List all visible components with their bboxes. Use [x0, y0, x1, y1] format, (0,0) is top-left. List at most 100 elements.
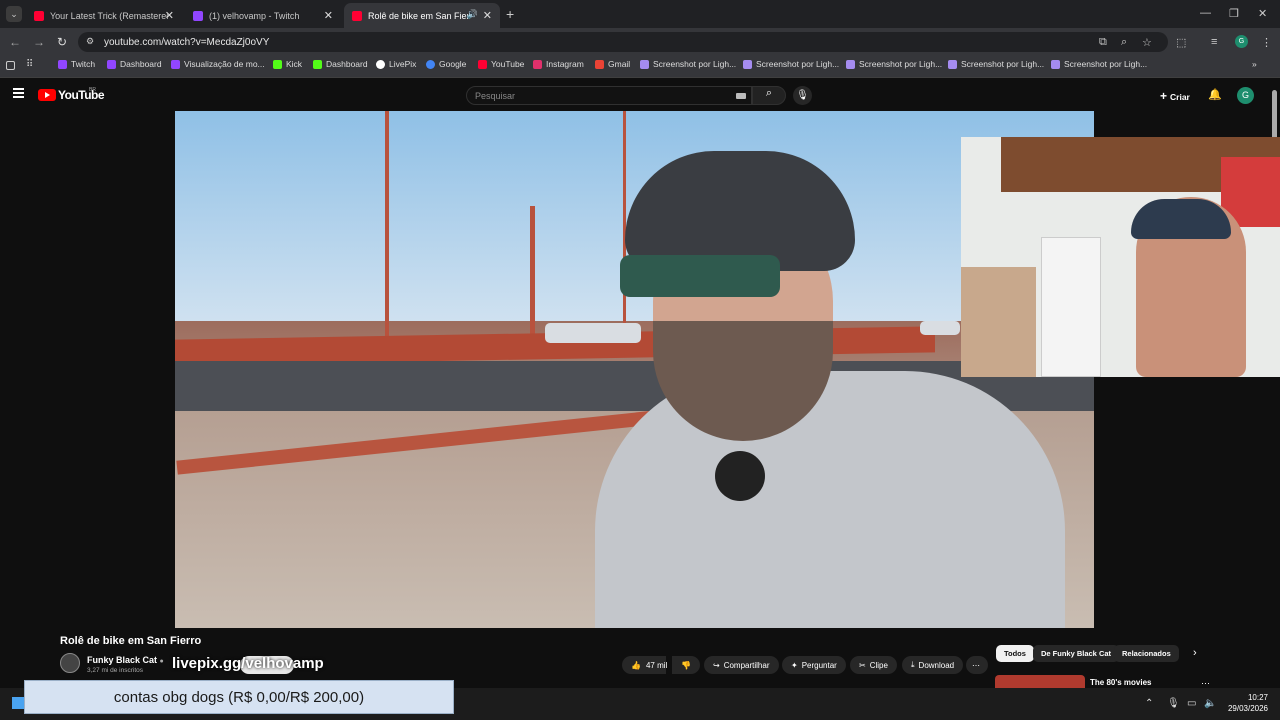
tray-network-icon[interactable]: ▭ — [1187, 698, 1196, 709]
dislike-button[interactable]: 👎 — [672, 656, 700, 674]
scissors-icon: ✂ — [859, 660, 866, 670]
lightshot-icon — [846, 59, 855, 69]
channel-name[interactable]: Funky Black Cat ● — [87, 655, 164, 665]
gmail-icon — [595, 59, 604, 69]
tab-3-active[interactable]: Rolê de bike em San Fierro 🔊 ✕ — [344, 3, 500, 28]
close-tab-icon[interactable]: ✕ — [324, 9, 333, 22]
clock-date: 29/03/2026 — [1227, 704, 1268, 713]
twitch-favicon-icon — [193, 10, 203, 21]
hamburger-menu-icon[interactable] — [13, 88, 24, 98]
bookmark-kick[interactable]: Kick — [273, 59, 302, 69]
zoom-icon[interactable]: ⌕ — [1121, 36, 1127, 49]
sparkle-icon: ✦ — [791, 660, 798, 670]
tray-chevron-icon[interactable]: ⌃ — [1145, 698, 1153, 709]
site-info-icon[interactable]: ⚙ — [86, 36, 94, 47]
url-text[interactable]: youtube.com/watch?v=MecdaZj0oVY — [104, 37, 269, 48]
search-button[interactable]: ⌕ — [752, 86, 786, 105]
youtube-logo-icon[interactable] — [38, 89, 56, 101]
ask-button[interactable]: ✦ Perguntar — [782, 656, 846, 674]
instagram-icon — [533, 59, 542, 69]
bookmark-twitch[interactable]: Twitch — [58, 59, 95, 69]
browser-menu-icon[interactable]: ⋮ — [1261, 36, 1272, 49]
audio-playing-icon[interactable]: 🔊 — [467, 9, 478, 20]
bookmark-visualizacao[interactable]: Visualização de mo... — [171, 59, 265, 69]
close-window-icon[interactable]: ✕ — [1258, 7, 1267, 20]
bookmark-instagram[interactable]: Instagram — [533, 59, 584, 69]
bookmark-livepix[interactable]: LivePix — [376, 59, 416, 69]
tab-1[interactable]: Your Latest Trick (Remastered 1 ✕ — [26, 3, 182, 28]
bookmark-dashboard[interactable]: Dashboard — [107, 59, 162, 69]
search-input[interactable]: Pesquisar — [466, 86, 752, 105]
forward-arrow-icon[interactable]: → — [33, 35, 45, 49]
apps-grid-icon[interactable]: ⠿ — [26, 59, 33, 70]
install-app-icon[interactable]: ⧉ — [1099, 36, 1107, 49]
voice-search-button[interactable]: 🎙 — [793, 86, 812, 105]
bookmark-youtube[interactable]: YouTube — [478, 59, 524, 69]
streamer-cap — [1131, 199, 1231, 239]
bridge-cable — [385, 111, 389, 341]
bookmark-screenshot-4[interactable]: Screenshot por Ligh... — [948, 59, 1044, 69]
webcam-door — [1041, 237, 1101, 377]
keyboard-icon[interactable] — [736, 93, 746, 99]
account-avatar[interactable]: G — [1237, 87, 1254, 104]
bookmark-screenshot-3[interactable]: Screenshot por Ligh... — [846, 59, 942, 69]
video-player[interactable] — [175, 111, 1094, 628]
tab-title: Your Latest Trick (Remastered 1 — [50, 10, 168, 21]
notifications-bell-icon[interactable]: 🔔 — [1208, 88, 1222, 101]
extensions-icon[interactable]: ⬚ — [1176, 36, 1186, 49]
chip-todos[interactable]: Todos — [996, 645, 1034, 662]
more-actions-button[interactable]: ⋯ — [966, 656, 988, 674]
webcam-cabinet — [961, 267, 1036, 377]
sidebar-toggle-icon[interactable] — [6, 61, 15, 70]
media-control-icon[interactable]: ≡ — [1211, 36, 1217, 48]
bookmark-screenshot-2[interactable]: Screenshot por Ligh... — [743, 59, 839, 69]
search-icon: ⌕ — [765, 87, 773, 99]
kick-icon — [313, 59, 322, 69]
chip-relacionados[interactable]: Relacionados — [1114, 645, 1179, 662]
bookmark-screenshot-1[interactable]: Screenshot por Ligh... — [640, 59, 736, 69]
livepix-icon — [376, 59, 385, 69]
restore-icon[interactable]: ❐ — [1229, 7, 1239, 20]
new-tab-button[interactable]: + — [506, 6, 514, 22]
profile-avatar[interactable]: G — [1235, 35, 1248, 48]
bookmark-screenshot-5[interactable]: Screenshot por Ligh... — [1051, 59, 1147, 69]
bookmark-kick-dashboard[interactable]: Dashboard — [313, 59, 368, 69]
thumbs-down-icon: 👎 — [681, 660, 691, 670]
tab-2[interactable]: (1) velhovamp - Twitch ✕ — [185, 3, 341, 28]
page-scrollbar[interactable] — [1272, 90, 1277, 140]
back-arrow-icon[interactable]: ← — [9, 35, 21, 49]
clip-button[interactable]: ✂ Clipe — [850, 656, 897, 674]
twitch-icon — [107, 59, 116, 69]
bookmark-gmail[interactable]: Gmail — [595, 59, 630, 69]
minimize-icon[interactable]: — — [1200, 7, 1211, 19]
chip-de-funky-black-cat[interactable]: De Funky Black Cat — [1033, 645, 1120, 662]
youtube-favicon-icon — [34, 10, 44, 21]
like-button[interactable]: 👍 47 mil — [622, 656, 667, 674]
tab-title: Rolê de bike em San Fierro — [368, 10, 468, 21]
close-tab-icon[interactable]: ✕ — [165, 9, 174, 22]
bookmark-google[interactable]: Google — [426, 59, 466, 69]
tray-microphone-icon[interactable]: 🎙 — [1167, 698, 1180, 709]
windows-start-icon[interactable] — [12, 697, 24, 709]
related-video-title[interactable]: The 80's movies — [1090, 678, 1152, 687]
channel-avatar[interactable] — [60, 653, 80, 673]
download-button[interactable]: ⤓ Download — [902, 656, 964, 674]
lightshot-icon — [948, 59, 957, 69]
youtube-favicon-icon — [352, 10, 362, 21]
youtube-logo-text[interactable]: YouTube — [58, 88, 105, 102]
more-bookmarks-icon[interactable]: » — [1252, 59, 1257, 69]
donation-goal-overlay: contas obg dogs (R$ 0,00/R$ 200,00) — [24, 680, 454, 714]
bookmark-star-icon[interactable]: ☆ — [1142, 36, 1152, 49]
tab-search-button[interactable]: ⌄ — [6, 6, 22, 22]
streamer-webcam — [961, 137, 1280, 377]
create-button[interactable]: + Criar — [1160, 89, 1190, 103]
taskbar-clock[interactable]: 10:27 29/03/2026 — [1226, 692, 1268, 714]
tab-title: (1) velhovamp - Twitch — [209, 10, 300, 21]
chips-next-arrow-icon[interactable]: › — [1193, 647, 1197, 659]
livepix-overlay-text: livepix.gg/velhovamp — [172, 655, 324, 672]
reload-icon[interactable]: ↻ — [57, 35, 67, 49]
share-button[interactable]: ↪ Compartilhar — [704, 656, 779, 674]
lapel-microphone — [715, 451, 765, 501]
tray-volume-icon[interactable]: 🔈 — [1204, 698, 1216, 709]
close-tab-icon[interactable]: ✕ — [483, 9, 492, 22]
